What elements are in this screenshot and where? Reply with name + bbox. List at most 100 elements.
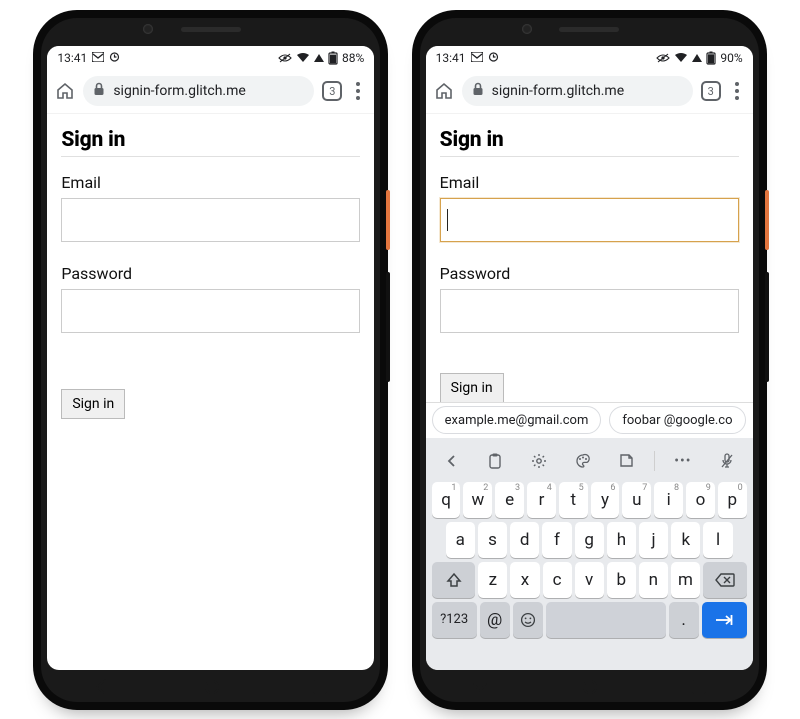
key-h[interactable]: h xyxy=(607,522,636,558)
gear-icon[interactable] xyxy=(523,447,555,475)
shift-key[interactable] xyxy=(432,562,476,598)
space-key[interactable] xyxy=(546,602,666,638)
volume-button[interactable] xyxy=(386,272,390,382)
phone-left: 13:41 88% xyxy=(33,10,388,710)
at-key-label: @ xyxy=(487,610,502,630)
divider xyxy=(654,451,655,471)
power-button[interactable] xyxy=(386,190,390,250)
eye-icon xyxy=(278,53,292,63)
key-f[interactable]: f xyxy=(542,522,571,558)
email-field[interactable] xyxy=(440,198,739,242)
password-field[interactable] xyxy=(61,289,360,333)
symbols-key[interactable]: ?123 xyxy=(432,602,477,638)
signin-button[interactable]: Sign in xyxy=(440,373,504,403)
screen: 13:41 90% xyxy=(426,46,753,670)
key-v[interactable]: v xyxy=(575,562,604,598)
page-content: Sign in Email Password Sign in xyxy=(47,114,374,670)
url-bar[interactable]: signin-form.glitch.me xyxy=(462,76,693,106)
key-j[interactable]: j xyxy=(639,522,668,558)
key-m[interactable]: m xyxy=(671,562,700,598)
url-bar[interactable]: signin-form.glitch.me xyxy=(83,76,314,106)
key-t[interactable]: t5 xyxy=(559,482,588,518)
key-superscript: 4 xyxy=(547,483,552,493)
menu-icon[interactable] xyxy=(729,82,745,100)
menu-icon[interactable] xyxy=(350,82,366,100)
signin-button[interactable]: Sign in xyxy=(61,389,125,419)
key-g[interactable]: g xyxy=(575,522,604,558)
key-i[interactable]: i8 xyxy=(654,482,683,518)
page-title: Sign in xyxy=(440,128,739,152)
lock-icon xyxy=(472,82,484,100)
key-p[interactable]: p0 xyxy=(718,482,747,518)
status-bar: 13:41 90% xyxy=(426,46,753,70)
key-o[interactable]: o9 xyxy=(686,482,715,518)
eye-icon xyxy=(656,53,670,63)
period-key[interactable]: . xyxy=(669,602,699,638)
chevron-left-icon[interactable] xyxy=(436,447,468,475)
key-superscript: 0 xyxy=(738,483,743,493)
volume-button[interactable] xyxy=(765,272,769,382)
key-k[interactable]: k xyxy=(671,522,700,558)
nav-back-icon[interactable] xyxy=(93,678,111,696)
tab-switcher[interactable]: 3 xyxy=(701,81,721,101)
nav-home-icon[interactable] xyxy=(203,678,221,696)
key-d[interactable]: d xyxy=(510,522,539,558)
signin-button-label: Sign in xyxy=(72,396,114,412)
divider xyxy=(440,156,739,157)
palette-icon[interactable] xyxy=(567,447,599,475)
page-title: Sign in xyxy=(61,128,360,152)
key-e[interactable]: e3 xyxy=(495,482,524,518)
mic-off-icon[interactable] xyxy=(711,447,743,475)
key-c[interactable]: c xyxy=(543,562,572,598)
nav-home-icon[interactable] xyxy=(581,678,599,696)
key-n[interactable]: n xyxy=(639,562,668,598)
autofill-suggestion[interactable]: foobar @google.co xyxy=(609,406,745,434)
browser-toolbar: signin-form.glitch.me 3 xyxy=(47,70,374,114)
tab-switcher[interactable]: 3 xyxy=(322,81,342,101)
key-superscript: 9 xyxy=(706,483,711,493)
password-label: Password xyxy=(440,264,739,283)
key-superscript: 8 xyxy=(674,483,679,493)
cell-signal-icon xyxy=(314,54,324,62)
battery-icon xyxy=(706,51,716,65)
key-w[interactable]: w2 xyxy=(463,482,492,518)
password-field[interactable] xyxy=(440,289,739,333)
emoji-key[interactable] xyxy=(513,602,543,638)
notification-message-icon xyxy=(92,51,104,65)
key-x[interactable]: x xyxy=(510,562,539,598)
home-icon[interactable] xyxy=(55,82,75,100)
key-a[interactable]: a xyxy=(446,522,475,558)
email-field[interactable] xyxy=(61,198,360,242)
front-camera xyxy=(522,24,532,34)
nav-back-icon[interactable] xyxy=(471,678,489,696)
power-button[interactable] xyxy=(765,190,769,250)
status-time: 13:41 xyxy=(436,51,466,65)
enter-key[interactable] xyxy=(702,602,747,638)
key-s[interactable]: s xyxy=(478,522,507,558)
backspace-key[interactable] xyxy=(703,562,747,598)
front-camera xyxy=(143,24,153,34)
more-icon[interactable]: ••• xyxy=(667,447,699,475)
key-y[interactable]: y6 xyxy=(591,482,620,518)
autofill-strip: example.me@gmail.com foobar @google.co xyxy=(426,402,753,438)
home-icon[interactable] xyxy=(434,82,454,100)
text-caret xyxy=(447,209,448,231)
key-l[interactable]: l xyxy=(703,522,732,558)
nav-recent-icon[interactable] xyxy=(691,679,707,695)
nav-recent-icon[interactable] xyxy=(312,679,328,695)
key-b[interactable]: b xyxy=(607,562,636,598)
key-q[interactable]: q1 xyxy=(432,482,461,518)
keyboard-row-1: q1w2e3r4t5y6u7i8o9p0 xyxy=(432,482,747,518)
period-key-label: . xyxy=(681,610,685,630)
autofill-suggestion[interactable]: example.me@gmail.com xyxy=(432,406,602,434)
clipboard-icon[interactable] xyxy=(479,447,511,475)
url-text: signin-form.glitch.me xyxy=(113,83,245,99)
page-content: Sign in Email Password Sign in example.m… xyxy=(426,114,753,670)
at-key[interactable]: @ xyxy=(480,602,510,638)
sticker-icon[interactable] xyxy=(610,447,642,475)
key-u[interactable]: u7 xyxy=(622,482,651,518)
key-superscript: 7 xyxy=(642,483,647,493)
key-r[interactable]: r4 xyxy=(527,482,556,518)
url-text: signin-form.glitch.me xyxy=(492,83,624,99)
key-z[interactable]: z xyxy=(478,562,507,598)
